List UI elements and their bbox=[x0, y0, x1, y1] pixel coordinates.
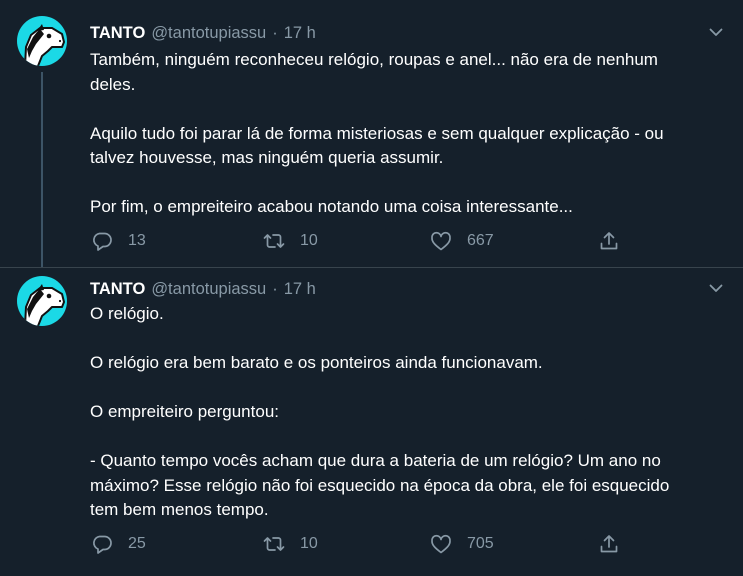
author-name[interactable]: TANTO bbox=[90, 24, 145, 43]
timestamp[interactable]: 17 h bbox=[284, 280, 316, 299]
tweet-header: TANTO @tantotupiassu · 17 h bbox=[90, 278, 316, 300]
chevron-down-icon bbox=[709, 284, 723, 292]
avatar[interactable] bbox=[17, 16, 67, 66]
tweet-actions: 25 10 705 bbox=[90, 531, 730, 557]
thread-line bbox=[41, 72, 43, 268]
share-icon bbox=[600, 535, 618, 553]
like-icon bbox=[431, 231, 451, 251]
like-icon bbox=[431, 534, 451, 554]
more-options-button[interactable] bbox=[706, 278, 726, 298]
share-icon bbox=[600, 232, 618, 250]
tweet-paragraph: O empreiteiro perguntou: bbox=[90, 402, 279, 421]
reply-count: 25 bbox=[128, 535, 146, 552]
tweet-header: TANTO @tantotupiassu · 17 h bbox=[90, 22, 316, 44]
like-count: 667 bbox=[467, 232, 494, 249]
retweet-button[interactable]: 10 bbox=[262, 531, 318, 557]
like-button[interactable]: 705 bbox=[429, 531, 494, 557]
separator-dot: · bbox=[272, 23, 278, 42]
chevron-down-icon bbox=[709, 28, 723, 36]
tweet[interactable]: TANTO @tantotupiassu · 17 h O relógio. O… bbox=[0, 268, 743, 576]
like-count: 705 bbox=[467, 535, 494, 552]
more-options-button[interactable] bbox=[706, 22, 726, 42]
tweet-paragraph: - Quanto tempo vocês acham que dura a ba… bbox=[90, 451, 670, 519]
share-button[interactable] bbox=[597, 228, 621, 254]
tweet[interactable]: TANTO @tantotupiassu · 17 h Também, ning… bbox=[0, 0, 743, 268]
retweet-count: 10 bbox=[300, 232, 318, 249]
share-button[interactable] bbox=[597, 531, 621, 557]
tweet-paragraph: O relógio. bbox=[90, 304, 164, 323]
horse-avatar-icon bbox=[24, 24, 65, 66]
reply-count: 13 bbox=[128, 232, 146, 249]
tweet-text: Também, ninguém reconheceu relógio, roup… bbox=[90, 48, 720, 220]
reply-button[interactable]: 13 bbox=[90, 228, 146, 254]
separator-dot: · bbox=[272, 279, 278, 298]
timestamp[interactable]: 17 h bbox=[284, 24, 316, 43]
retweet-icon bbox=[263, 234, 285, 248]
retweet-icon bbox=[263, 537, 285, 551]
retweet-count: 10 bbox=[300, 535, 318, 552]
tweet-paragraph: Por fim, o empreiteiro acabou notando um… bbox=[90, 197, 573, 216]
like-button[interactable]: 667 bbox=[429, 228, 494, 254]
tweet-paragraph: Também, ninguém reconheceu relógio, roup… bbox=[90, 50, 658, 94]
reply-button[interactable]: 25 bbox=[90, 531, 146, 557]
author-name[interactable]: TANTO bbox=[90, 280, 145, 299]
tweet-paragraph: Aquilo tudo foi parar lá de forma mister… bbox=[90, 123, 664, 168]
reply-icon bbox=[93, 535, 112, 554]
tweet-text: O relógio. O relógio era bem barato e os… bbox=[90, 302, 720, 523]
tweet-actions: 13 10 667 bbox=[90, 228, 730, 254]
author-handle[interactable]: @tantotupiassu bbox=[151, 280, 266, 299]
horse-avatar-icon bbox=[24, 284, 65, 326]
tweet-paragraph: O relógio era bem barato e os ponteiros … bbox=[90, 353, 543, 372]
author-handle[interactable]: @tantotupiassu bbox=[151, 24, 266, 43]
reply-icon bbox=[93, 232, 112, 251]
avatar[interactable] bbox=[17, 276, 67, 326]
retweet-button[interactable]: 10 bbox=[262, 228, 318, 254]
